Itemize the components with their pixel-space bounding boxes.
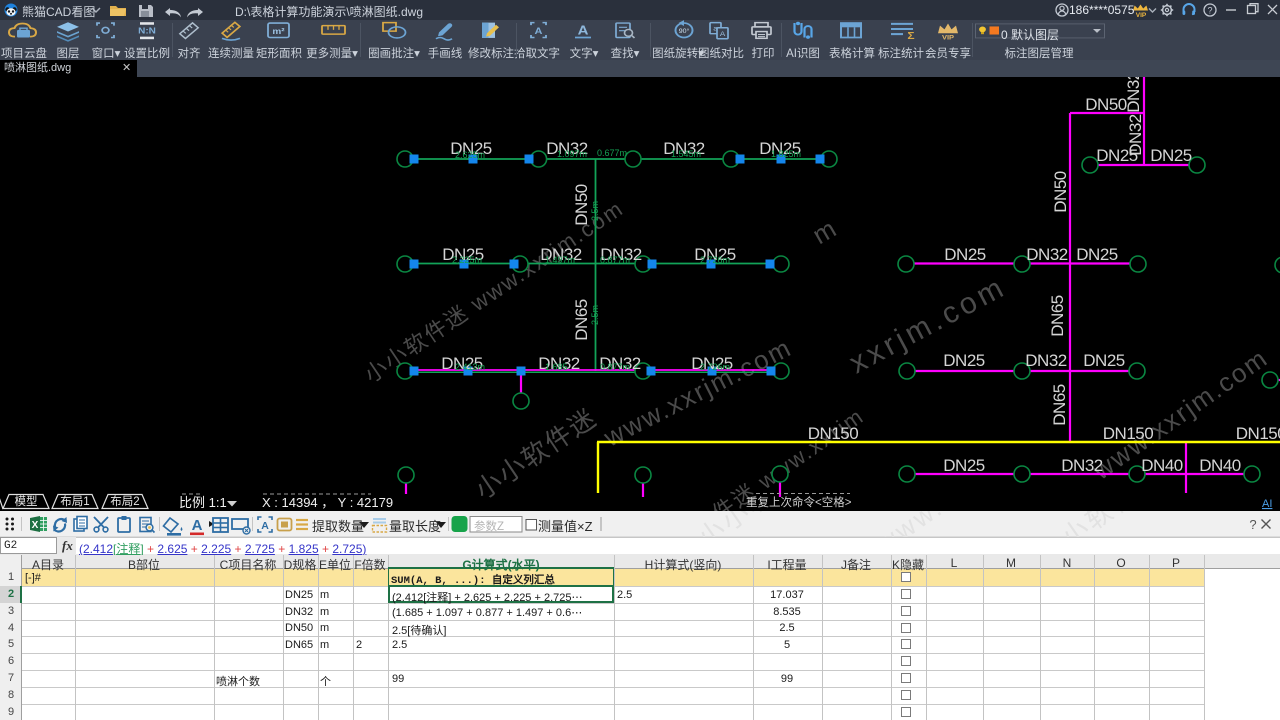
svg-text:2.5m: 2.5m (590, 305, 600, 325)
svg-text:2.412m: 2.412m (455, 362, 485, 372)
svg-text:N:N: N:N (138, 26, 156, 35)
svg-text:DN65: DN65 (1050, 384, 1069, 426)
svg-text:DN50: DN50 (1051, 171, 1070, 213)
svg-text:DN40: DN40 (1141, 456, 1183, 475)
svg-text:2.726m: 2.726m (700, 362, 730, 372)
svg-text:Σ: Σ (907, 31, 915, 42)
svg-text:1.825m: 1.825m (771, 149, 801, 159)
svg-text:A: A (720, 30, 725, 38)
svg-text:DN25: DN25 (944, 245, 986, 264)
svg-text:DN65: DN65 (1048, 295, 1067, 337)
svg-text:m²: m² (272, 27, 284, 36)
svg-text:布局1: 布局1 (60, 495, 89, 508)
svg-text:1.497m: 1.497m (545, 255, 575, 265)
svg-text:0.877m: 0.877m (600, 255, 630, 265)
svg-text:DN25: DN25 (1083, 351, 1125, 370)
svg-text:DN32: DN32 (1126, 114, 1145, 156)
svg-text:DN32: DN32 (1025, 351, 1067, 370)
svg-text:2.5m: 2.5m (590, 201, 600, 221)
svg-text:0.677m: 0.677m (597, 148, 627, 158)
svg-text:DN40: DN40 (1199, 456, 1241, 475)
svg-text:VIP: VIP (1136, 12, 1147, 19)
svg-text:DN25: DN25 (943, 351, 985, 370)
svg-text:DN25: DN25 (943, 456, 985, 475)
svg-text:A: A (261, 520, 269, 532)
svg-text:A: A (535, 27, 544, 37)
svg-text:A: A (578, 23, 589, 38)
svg-text:0.877m: 0.877m (600, 362, 630, 372)
svg-text:1.097m: 1.097m (557, 149, 587, 159)
svg-text:1.545m: 1.545m (671, 149, 701, 159)
svg-text:DN150: DN150 (1103, 424, 1153, 443)
svg-text:布局2: 布局2 (110, 495, 139, 508)
svg-text:DN50: DN50 (1085, 95, 1127, 114)
svg-text:重复上次命令<空格>: 重复上次命令<空格> (746, 495, 852, 509)
svg-text:DN25: DN25 (1076, 245, 1118, 264)
svg-text:2.225m: 2.225m (452, 255, 482, 265)
svg-text:DN150: DN150 (808, 424, 858, 443)
svg-text:1.685: 1.685 (545, 362, 568, 372)
svg-text:2.625m: 2.625m (455, 150, 485, 160)
svg-text:模型: 模型 (15, 494, 38, 508)
svg-text:VIP: VIP (942, 35, 954, 41)
svg-text:X: X (32, 520, 39, 531)
svg-text:DN32: DN32 (1061, 456, 1103, 475)
svg-text:A: A (192, 517, 203, 534)
svg-text:?: ? (1249, 517, 1256, 532)
svg-text:AI: AI (1262, 498, 1272, 510)
svg-text:DN65: DN65 (572, 299, 591, 341)
svg-text:DN150: DN150 (1236, 424, 1280, 443)
svg-text:?: ? (1207, 6, 1212, 16)
svg-text:DN32: DN32 (1124, 77, 1143, 113)
svg-text:2.726m: 2.726m (700, 255, 730, 265)
svg-text:比例 1:1: 比例 1:1 (179, 495, 227, 510)
svg-text:X : 14394 ， Y : 42179: X : 14394 ， Y : 42179 (262, 495, 393, 510)
svg-text:DN25: DN25 (1150, 146, 1192, 165)
svg-text:DN32: DN32 (1026, 245, 1068, 264)
svg-text:DN50: DN50 (572, 184, 591, 226)
svg-text:90°: 90° (679, 27, 690, 34)
